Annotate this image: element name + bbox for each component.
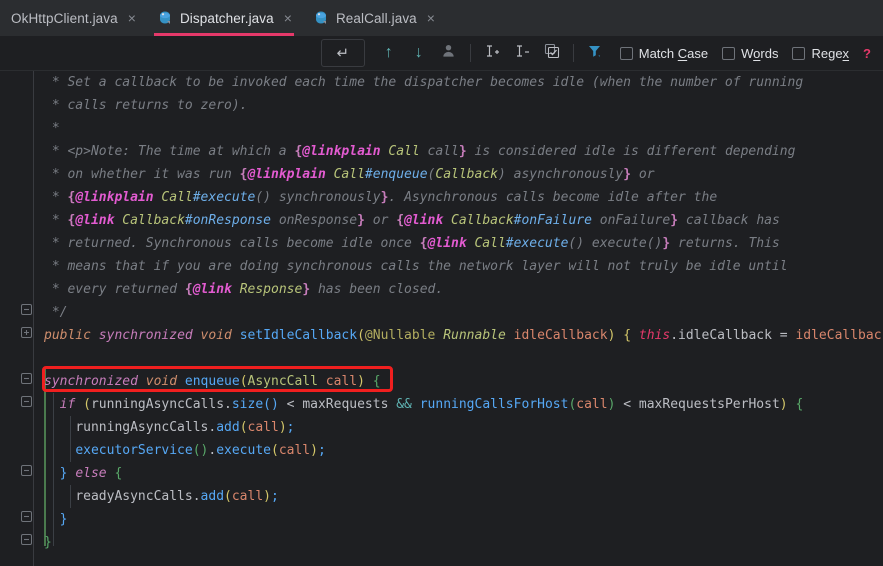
find-previous-icon: ↑ <box>385 45 393 61</box>
fold-marker-collapse[interactable] <box>20 533 33 546</box>
enter-key-button[interactable]: ↵ <box>321 39 365 67</box>
code-editor[interactable]: * Set a callback to be invoked each time… <box>0 71 883 566</box>
code-line: * returned. Synchronous calls become idl… <box>44 232 780 255</box>
code-content[interactable]: * Set a callback to be invoked each time… <box>44 71 883 566</box>
indent-guide <box>53 393 54 546</box>
code-line: * Set a callback to be invoked each time… <box>44 71 803 94</box>
fold-marker-collapse[interactable] <box>20 464 33 477</box>
add-occurrence-icon <box>483 43 500 64</box>
fold-marker-collapse[interactable] <box>20 510 33 523</box>
code-line: * <box>44 117 60 140</box>
close-icon[interactable]: × <box>283 11 293 25</box>
toolbar-separator <box>573 44 574 62</box>
fold-marker-collapse[interactable] <box>20 395 33 408</box>
enter-key-icon: ↵ <box>336 46 349 61</box>
find-next-button[interactable]: ↓ <box>406 40 432 66</box>
code-line: * calls returns to zero). <box>44 94 248 117</box>
fold-marker-expand[interactable] <box>20 326 33 339</box>
close-icon[interactable]: × <box>127 11 137 25</box>
gutter-divider <box>33 71 34 566</box>
words-checkbox[interactable]: Words <box>722 46 778 61</box>
regex-checkbox[interactable]: Regex <box>792 46 849 61</box>
tab-okhttpclient-java[interactable]: OkHttpClient.java × <box>0 0 146 36</box>
editor-gutter[interactable] <box>0 71 44 566</box>
java-class-icon <box>157 10 173 26</box>
checkbox-box[interactable] <box>722 47 735 60</box>
fold-marker-collapse[interactable] <box>20 303 33 316</box>
filter-funnel-button[interactable] <box>582 40 608 66</box>
regex-label: Regex <box>811 46 849 61</box>
close-icon[interactable]: × <box>426 11 436 25</box>
code-line: public synchronized void setIdleCallback… <box>44 324 883 347</box>
words-label: Words <box>741 46 778 61</box>
person-icon <box>441 43 456 63</box>
code-line: executorService().execute(call); <box>44 439 326 462</box>
code-line: readyAsyncCalls.add(call); <box>44 485 279 508</box>
toolbar-separator <box>470 44 471 62</box>
match-case-label: Match Case <box>639 46 708 61</box>
java-class-icon <box>313 10 329 26</box>
code-line: } <box>44 508 67 531</box>
find-toolbar: ↵ ↑ ↓ <box>0 36 883 71</box>
indent-guide <box>70 485 71 508</box>
match-case-checkbox[interactable]: Match Case <box>620 46 708 61</box>
select-all-occurrences-button[interactable] <box>539 40 565 66</box>
tab-label: RealCall.java <box>336 11 417 26</box>
fold-marker-collapse[interactable] <box>20 372 33 385</box>
code-line: if (runningAsyncCalls.size() < maxReques… <box>44 393 803 416</box>
tab-dispatcher-java[interactable]: Dispatcher.java × <box>146 0 302 36</box>
checkbox-box[interactable] <box>792 47 805 60</box>
remove-occurrence-button[interactable] <box>509 40 535 66</box>
code-line: * {@link Callback#onResponse onResponse}… <box>44 209 780 232</box>
code-line: * every returned {@link Response} has be… <box>44 278 443 301</box>
filter-person-button[interactable] <box>436 40 462 66</box>
add-occurrence-button[interactable] <box>479 40 505 66</box>
code-line: runningAsyncCalls.add(call); <box>44 416 294 439</box>
tab-label: Dispatcher.java <box>180 11 274 26</box>
checkbox-box[interactable] <box>620 47 633 60</box>
code-line: * <p>Note: The time at which a {@linkpla… <box>44 140 795 163</box>
indent-guide <box>70 416 71 462</box>
tab-realcall-java[interactable]: RealCall.java × <box>302 0 445 36</box>
remove-occurrence-icon <box>513 43 530 64</box>
search-options-group: Match Case Words Regex <box>620 46 863 61</box>
code-line: * on whether it was run {@linkplain Call… <box>44 163 655 186</box>
funnel-icon <box>587 43 603 64</box>
find-next-icon: ↓ <box>415 45 423 61</box>
code-line: * means that if you are doing synchronou… <box>44 255 788 278</box>
select-all-checkbox-icon <box>544 43 560 64</box>
regex-help-icon[interactable]: ? <box>863 46 871 61</box>
editor-tab-bar: OkHttpClient.java × Dispatcher.java × Re… <box>0 0 883 36</box>
find-previous-button[interactable]: ↑ <box>376 40 402 66</box>
code-line: */ <box>44 301 67 324</box>
code-line-highlighted: synchronized void enqueue(AsyncCall call… <box>44 370 381 393</box>
code-line: } else { <box>44 462 122 485</box>
code-line: } <box>44 531 52 554</box>
code-line: * {@linkplain Call#execute() synchronous… <box>44 186 717 209</box>
tab-label: OkHttpClient.java <box>11 11 118 26</box>
